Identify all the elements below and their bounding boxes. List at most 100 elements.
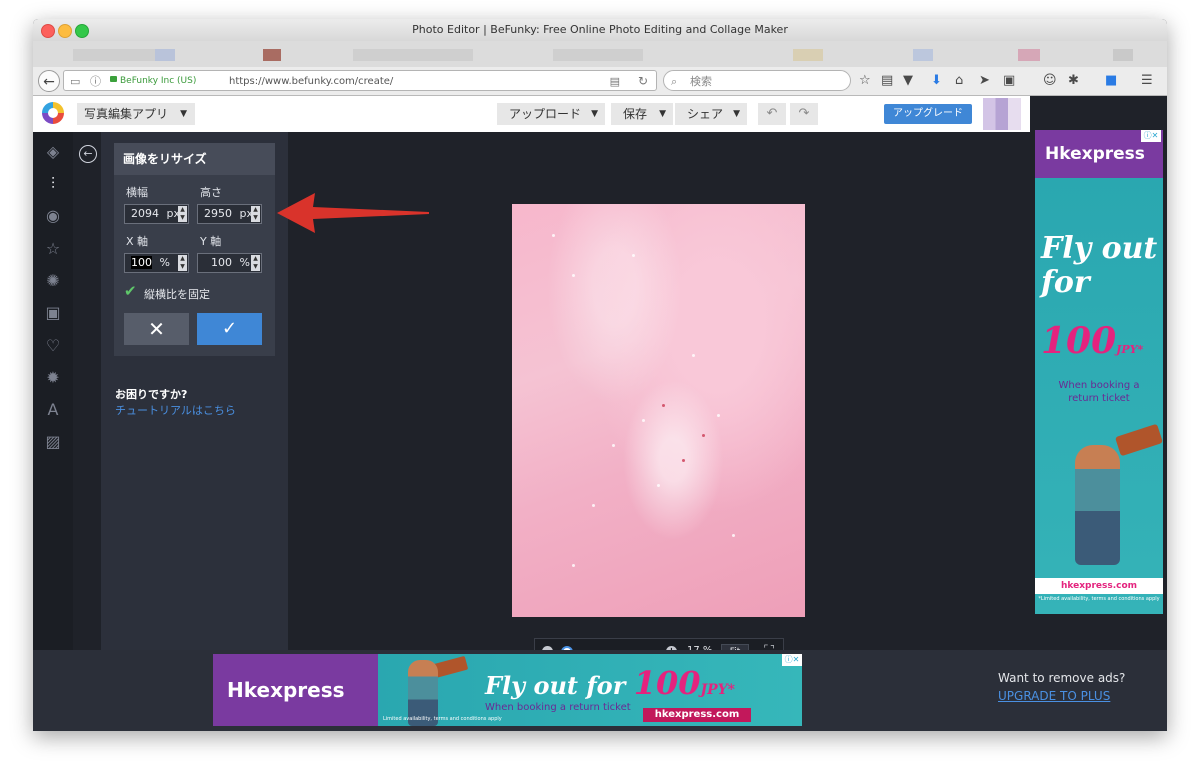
blurred-tab[interactable] (155, 49, 175, 61)
x-scale-value: 100 (131, 256, 152, 269)
undo-icon[interactable]: ↶ (758, 103, 786, 125)
x-scale-stepper[interactable]: ▲ ▼ (178, 255, 187, 271)
y-scale-unit: % (239, 256, 250, 269)
share-button[interactable]: シェア ▼ (675, 103, 747, 125)
badge-icon[interactable]: ✹ (43, 368, 63, 388)
send-icon[interactable]: ➤ (979, 72, 990, 90)
lock-ratio-checkbox[interactable]: ✔ (124, 284, 137, 299)
water-droplet (572, 564, 575, 567)
annotation-arrow-icon (277, 193, 429, 233)
save-button[interactable]: 保存 ▼ (611, 103, 673, 125)
upload-button[interactable]: アップロード ▼ (497, 103, 605, 125)
star-icon[interactable]: ☆ (43, 239, 63, 259)
search-input[interactable]: ⌕ 検索 (663, 70, 851, 91)
share-label: シェア (687, 107, 724, 121)
zoom-window-button[interactable] (75, 24, 89, 38)
window-title: Photo Editor | BeFunky: Free Online Phot… (412, 23, 788, 36)
cancel-button[interactable]: ✕ (124, 313, 189, 345)
back-arrow-icon[interactable]: ← (38, 70, 60, 92)
blurred-tab[interactable] (263, 49, 281, 61)
width-stepper[interactable]: ▲ ▼ (178, 206, 187, 222)
reader-view-icon[interactable]: ▤ (610, 71, 620, 92)
water-droplet (552, 234, 555, 237)
layers-icon[interactable]: ◈ (43, 142, 63, 162)
extension-badge-icon[interactable]: ■ (1105, 72, 1117, 90)
girl-image (1075, 445, 1120, 565)
height-stepper[interactable]: ▲ ▼ (251, 206, 260, 222)
blurred-tab[interactable] (353, 49, 473, 61)
caret-down-icon: ▼ (733, 109, 740, 119)
ad-headline: Fly out for 100JPY* (485, 664, 735, 702)
menu-hamburger-icon[interactable]: ☰ (1141, 72, 1153, 90)
bookmarks-list-icon[interactable]: ▤ (881, 72, 893, 90)
avatar[interactable] (983, 98, 1021, 130)
blurred-tab[interactable] (1018, 49, 1040, 61)
height-value: 2950 (204, 207, 232, 220)
extension-icon[interactable]: ✱ (1068, 72, 1079, 90)
home-icon[interactable]: ⌂ (955, 72, 963, 90)
ad-close-icon[interactable]: ⓘ✕ (782, 654, 802, 666)
tool-sidebar: ◈ ⫶ ◉ ☆ ✺ ▣ ♡ ✹ A ▨ (33, 132, 73, 650)
minimize-window-button[interactable] (58, 24, 72, 38)
blurred-tab[interactable] (913, 49, 933, 61)
textures-icon[interactable]: ▨ (43, 432, 63, 452)
frames-icon[interactable]: ▣ (43, 303, 63, 323)
reload-icon[interactable]: ↻ (638, 71, 648, 92)
heart-icon[interactable]: ♡ (43, 336, 63, 356)
artsy-effects-icon[interactable]: ✺ (43, 271, 63, 291)
sidebar-toggle-icon[interactable]: ▭ (70, 71, 80, 92)
ad-price: 100JPY* (1041, 320, 1143, 362)
back-arrow-icon[interactable]: ← (79, 145, 97, 163)
close-window-button[interactable] (41, 24, 55, 38)
url-text[interactable]: https://www.befunky.com/create/ (229, 71, 393, 92)
pocket-icon[interactable]: ▼ (903, 72, 913, 90)
x-scale-input[interactable]: 100 % ▲ ▼ (124, 253, 189, 273)
width-input[interactable]: 2094 px ▲ ▼ (124, 204, 189, 224)
lock-ratio-label[interactable]: 縦横比を固定 (144, 286, 210, 302)
redo-icon[interactable]: ↷ (790, 103, 818, 125)
caret-down-icon: ▼ (659, 109, 666, 119)
download-icon[interactable]: ⬇ (931, 72, 942, 90)
side-advertisement[interactable]: ⓘ✕ Hkexpress Fly out for 100JPY* When bo… (1035, 130, 1163, 614)
url-bar[interactable]: ▭ ⓘ BeFunky Inc (US) https://www.befunky… (63, 70, 657, 91)
ad-close-icon[interactable]: ⓘ✕ (1141, 130, 1161, 142)
water-droplet (692, 354, 695, 357)
y-axis-label: Y 軸 (200, 235, 222, 248)
help-question: お困りですか? (115, 388, 188, 401)
blurred-tab[interactable] (1113, 49, 1133, 61)
apply-button[interactable]: ✓ (197, 313, 262, 345)
tab-strip (33, 41, 1167, 68)
text-icon[interactable]: A (43, 400, 63, 420)
screenshot-icon[interactable]: ▣ (1003, 72, 1015, 90)
height-label: 高さ (200, 186, 222, 199)
blurred-tab[interactable] (793, 49, 823, 61)
bottom-advertisement[interactable]: ⓘ✕ Hkexpress Fly out for 100JPY* When bo… (213, 654, 802, 726)
edit-sliders-icon[interactable]: ⫶ (43, 174, 63, 194)
height-input[interactable]: 2950 px ▲ ▼ (197, 204, 262, 224)
befunky-logo-icon[interactable] (42, 102, 64, 124)
blurred-tab[interactable] (73, 49, 163, 61)
annotation-arrow-shape (277, 193, 429, 233)
x-axis-label: X 軸 (126, 235, 149, 248)
tutorial-link[interactable]: チュートリアルはこちら (115, 402, 236, 418)
water-droplet (732, 534, 735, 537)
site-identity: BeFunky Inc (US) (120, 76, 197, 86)
y-scale-input[interactable]: 100 % ▲ ▼ (197, 253, 262, 273)
photo-canvas[interactable] (512, 204, 805, 617)
upgrade-plus-link[interactable]: UPGRADE TO PLUS (998, 689, 1110, 703)
ad-price-value: 100 (1041, 320, 1117, 362)
ad-brand: Hkexpress (1045, 144, 1145, 164)
chat-icon[interactable]: ☺ (1043, 72, 1057, 90)
y-scale-stepper[interactable]: ▲ ▼ (251, 255, 260, 271)
ad-domain: hkexpress.com (643, 708, 751, 722)
info-icon[interactable]: ⓘ (90, 71, 101, 92)
upgrade-button[interactable]: アップグレード (884, 104, 972, 124)
app-selector[interactable]: 写真編集アプリ ▼ (77, 103, 195, 125)
bookmark-star-icon[interactable]: ☆ (859, 72, 871, 90)
y-scale-value: 100 (211, 256, 232, 269)
blurred-tab[interactable] (553, 49, 643, 61)
eye-icon[interactable]: ◉ (43, 206, 63, 226)
width-label: 横幅 (126, 186, 148, 199)
ad-headline-text: Fly out for (485, 671, 626, 700)
checkmark-icon: ✓ (221, 318, 238, 339)
